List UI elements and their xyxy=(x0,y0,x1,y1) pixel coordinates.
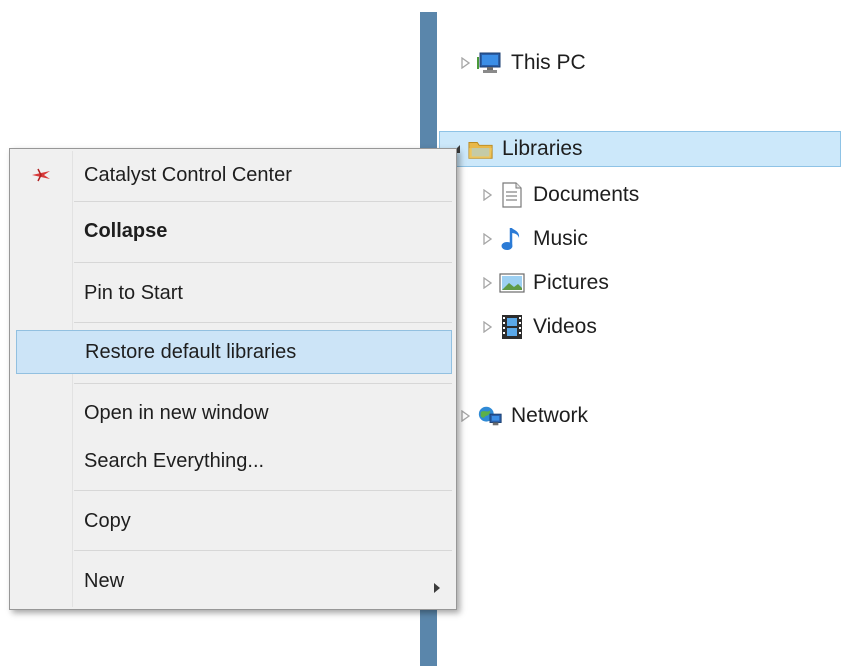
menu-item-label: Open in new window xyxy=(84,401,269,424)
context-menu: Catalyst Control Center Collapse Pin to … xyxy=(9,148,457,610)
expand-arrow-icon[interactable] xyxy=(459,57,471,69)
menu-item-restore-default-libraries[interactable]: Restore default libraries xyxy=(16,330,452,374)
tree-item-videos[interactable]: Videos xyxy=(481,309,597,345)
catalyst-icon xyxy=(30,165,52,185)
tree-item-pictures[interactable]: Pictures xyxy=(481,265,609,301)
menu-separator xyxy=(74,490,452,491)
libraries-folder-icon xyxy=(468,136,494,162)
submenu-arrow-icon xyxy=(434,576,440,599)
menu-item-open-in-new-window[interactable]: Open in new window xyxy=(12,391,454,435)
expand-arrow-icon[interactable] xyxy=(481,233,493,245)
expand-arrow-icon[interactable] xyxy=(459,410,471,422)
tree-item-music[interactable]: Music xyxy=(481,221,588,257)
tree-item-network[interactable]: Network xyxy=(459,398,588,434)
menu-item-label: Copy xyxy=(84,509,131,532)
menu-item-label: Restore default libraries xyxy=(85,340,297,363)
tree-item-documents[interactable]: Documents xyxy=(481,177,639,213)
menu-item-catalyst-control-center[interactable]: Catalyst Control Center xyxy=(12,153,454,197)
menu-item-label: Pin to Start xyxy=(84,281,183,304)
menu-separator xyxy=(74,383,452,384)
tree-item-label: Videos xyxy=(533,315,597,338)
menu-item-label: New xyxy=(84,569,125,592)
tree-item-label: Network xyxy=(511,404,589,427)
expand-arrow-icon[interactable] xyxy=(481,189,493,201)
tree-item-label: This PC xyxy=(511,51,586,74)
tree-item-label: Music xyxy=(533,227,588,250)
menu-separator xyxy=(74,322,452,323)
menu-item-label: Catalyst Control Center xyxy=(84,163,292,186)
tree-item-libraries[interactable]: Libraries xyxy=(439,131,841,167)
menu-item-search-everything[interactable]: Search Everything... xyxy=(12,439,454,483)
computer-icon xyxy=(477,50,503,76)
menu-item-collapse[interactable]: Collapse xyxy=(12,209,454,253)
network-icon xyxy=(477,403,503,429)
tree-item-label: Libraries xyxy=(502,137,583,160)
pictures-icon xyxy=(499,270,525,296)
menu-item-pin-to-start[interactable]: Pin to Start xyxy=(12,271,454,315)
expand-arrow-icon[interactable] xyxy=(481,277,493,289)
film-icon xyxy=(499,314,525,340)
tree-item-label: Documents xyxy=(533,183,640,206)
tree-item-this-pc[interactable]: This PC xyxy=(459,45,586,81)
music-note-icon xyxy=(499,226,525,252)
navigation-tree: This PC Libraries Documents Music Pictur… xyxy=(437,0,841,666)
tree-item-label: Pictures xyxy=(533,271,609,294)
menu-item-new[interactable]: New xyxy=(12,559,454,603)
documents-icon xyxy=(499,182,525,208)
expand-arrow-icon[interactable] xyxy=(481,321,493,333)
menu-separator xyxy=(74,262,452,263)
menu-item-label: Collapse xyxy=(84,219,168,242)
menu-separator xyxy=(74,201,452,202)
menu-separator xyxy=(74,550,452,551)
menu-item-label: Search Everything... xyxy=(84,449,265,472)
menu-item-copy[interactable]: Copy xyxy=(12,499,454,543)
